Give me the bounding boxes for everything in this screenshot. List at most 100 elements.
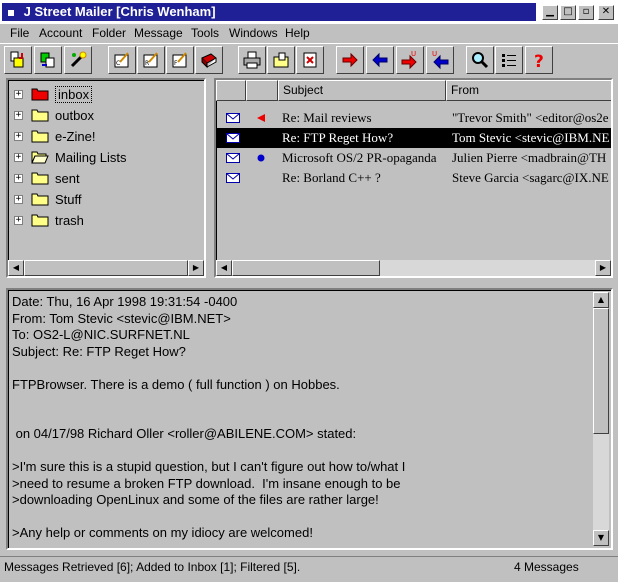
folder-item-outbox[interactable]: + outbox [14, 105, 94, 125]
folder-tree: + inbox + outbox + e-Zine! + Mailing Lis… [6, 78, 206, 278]
window-title-area[interactable]: J Street Mailer [Chris Wenham] [2, 3, 536, 21]
scroll-right-button[interactable]: ▶ [188, 260, 204, 276]
message-list-horizontal-scrollbar[interactable]: ◀ ▶ [216, 260, 611, 276]
print-button[interactable] [238, 46, 266, 74]
open-folder-icon [31, 151, 49, 164]
close-button[interactable]: ✕ [598, 5, 614, 20]
folder-label: inbox [55, 85, 93, 103]
message-vertical-scrollbar[interactable]: ▲ ▼ [593, 292, 609, 546]
svg-text:C: C [116, 60, 120, 67]
next-message-button[interactable] [336, 46, 364, 74]
save-button[interactable] [267, 46, 295, 74]
forward-button[interactable]: F [166, 46, 194, 74]
list-icon [502, 54, 516, 67]
expand-icon[interactable]: + [14, 131, 23, 141]
folder-horizontal-scrollbar[interactable]: ◀ ▶ [8, 260, 204, 276]
folder-label: sent [55, 170, 80, 186]
forward-icon: F [172, 52, 187, 68]
expand-icon[interactable]: + [14, 152, 23, 162]
address-book-button[interactable] [195, 46, 223, 74]
menu-windows[interactable]: Windows [229, 25, 278, 41]
expand-icon[interactable]: + [14, 89, 23, 99]
compose-button[interactable]: C [108, 46, 136, 74]
menu-message[interactable]: Message [134, 25, 183, 41]
delete-icon [303, 52, 317, 68]
folder-label: trash [55, 212, 84, 228]
message-subject: Microsoft OS/2 PR-opaganda [282, 150, 437, 165]
folder-item-ezine[interactable]: + e-Zine! [14, 126, 95, 146]
message-subject: Re: FTP Reget How? [282, 130, 394, 145]
folder-item-trash[interactable]: + trash [14, 210, 84, 230]
folder-item-sent[interactable]: + sent [14, 168, 80, 188]
column-header-icon[interactable] [216, 80, 246, 101]
scroll-thumb[interactable] [593, 308, 609, 434]
reply-button[interactable]: R [137, 46, 165, 74]
previous-message-button[interactable] [366, 46, 394, 74]
status-text: Messages Retrieved [6]; Added to Inbox [… [4, 560, 301, 574]
system-menu-icon[interactable] [8, 9, 14, 16]
menu-help[interactable]: Help [285, 25, 310, 41]
message-row[interactable]: Microsoft OS/2 PR-opaganda Julien Pierre… [216, 148, 611, 168]
message-from: Julien Pierre <madbrain@TH [452, 150, 607, 165]
scroll-left-button[interactable]: ◀ [216, 260, 232, 276]
folder-icon [31, 109, 49, 122]
scroll-up-button[interactable]: ▲ [593, 292, 609, 308]
next-unread-icon: U [401, 50, 417, 70]
address-book-icon [201, 53, 217, 69]
restore-button[interactable]: ▫ [578, 5, 594, 20]
delete-button[interactable] [296, 46, 324, 74]
search-button[interactable] [466, 46, 494, 74]
list-view-button[interactable] [495, 46, 523, 74]
menu-folder[interactable]: Folder [92, 25, 126, 41]
arrow-right-red-icon [342, 52, 358, 68]
get-mail-icon [10, 51, 24, 68]
connect-button[interactable] [64, 46, 92, 74]
arrow-left-blue-icon [372, 52, 388, 68]
folder-item-stuff[interactable]: + Stuff [14, 189, 82, 209]
previous-unread-button[interactable]: U [426, 46, 454, 74]
send-queue-button[interactable] [34, 46, 62, 74]
scroll-left-button[interactable]: ◀ [8, 260, 24, 276]
message-count: 4 Messages [514, 560, 579, 574]
svg-text:R: R [145, 60, 149, 67]
expand-icon[interactable]: + [14, 215, 23, 225]
next-unread-button[interactable]: U [396, 46, 424, 74]
minimize-button[interactable]: ▁ [542, 5, 558, 20]
folder-item-inbox[interactable]: + inbox [14, 84, 93, 104]
question-mark-icon: ? [534, 52, 544, 70]
folder-item-mailing-lists[interactable]: + Mailing Lists [14, 147, 127, 167]
help-button[interactable]: ? [525, 46, 553, 74]
unread-dot-icon [257, 154, 265, 162]
expand-icon[interactable]: + [14, 173, 23, 183]
maximize-button[interactable]: □ [560, 5, 576, 20]
envelope-icon [226, 173, 240, 183]
envelope-icon [226, 133, 240, 143]
envelope-icon [226, 113, 240, 123]
scroll-thumb[interactable] [24, 260, 188, 276]
message-view: Date: Thu, 16 Apr 1998 19:31:54 -0400 Fro… [6, 288, 613, 550]
expand-icon[interactable]: + [14, 194, 23, 204]
message-row[interactable]: Re: Mail reviews "Trevor Smith" <editor@… [216, 108, 611, 128]
envelope-icon [226, 153, 240, 163]
column-header-status[interactable] [246, 80, 278, 101]
message-subject: Re: Borland C++ ? [282, 170, 381, 185]
menu-bar: File Account Folder Message Tools Window… [0, 24, 618, 42]
scroll-down-button[interactable]: ▼ [593, 530, 609, 546]
folder-icon [31, 193, 49, 206]
message-row[interactable]: Re: Borland C++ ? Steve Garcia <sagarc@I… [216, 168, 611, 188]
title-bar: J Street Mailer [Chris Wenham] ▁ □ ▫ ✕ [0, 0, 618, 24]
menu-tools[interactable]: Tools [191, 25, 219, 41]
menu-account[interactable]: Account [39, 25, 82, 41]
message-content[interactable]: Date: Thu, 16 Apr 1998 19:31:54 -0400 Fro… [12, 294, 592, 542]
message-from: Steve Garcia <sagarc@IX.NE [452, 170, 609, 185]
header-to: To: OS2-L@NIC.SURFNET.NL [12, 327, 190, 342]
column-header-from[interactable]: From [446, 80, 611, 101]
menu-file[interactable]: File [10, 25, 29, 41]
message-row-selected[interactable]: Re: FTP Reget How? Tom Stevic <stevic@IB… [216, 128, 611, 148]
column-header-subject[interactable]: Subject [278, 80, 446, 101]
expand-icon[interactable]: + [14, 110, 23, 120]
scroll-thumb[interactable] [232, 260, 380, 276]
folder-label: outbox [55, 107, 95, 123]
scroll-right-button[interactable]: ▶ [595, 260, 611, 276]
get-mail-button[interactable] [4, 46, 32, 74]
